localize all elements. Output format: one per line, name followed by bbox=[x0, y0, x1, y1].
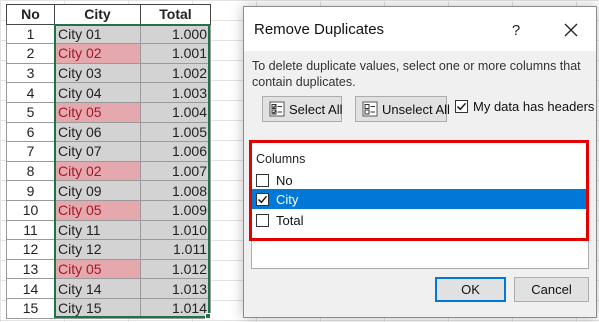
ok-button[interactable]: OK bbox=[435, 277, 506, 302]
cell-city[interactable]: City 09 bbox=[54, 180, 141, 201]
column-checkbox-no[interactable] bbox=[256, 173, 269, 187]
cell-total[interactable]: 1.012 bbox=[140, 258, 211, 280]
column-option-label: City bbox=[276, 191, 299, 207]
cell-city-duplicate[interactable]: City 02 bbox=[54, 160, 141, 182]
table-row: 4 City 04 1.003 bbox=[6, 82, 211, 103]
columns-heading: Columns bbox=[256, 152, 306, 166]
select-all-button[interactable]: Select All bbox=[262, 96, 342, 122]
cell-no[interactable]: 6 bbox=[6, 121, 55, 143]
unselect-all-button[interactable]: Unselect All bbox=[355, 96, 450, 122]
cell-no[interactable]: 4 bbox=[6, 82, 55, 103]
cell-city-duplicate[interactable]: City 05 bbox=[54, 101, 141, 123]
unselect-all-icon bbox=[362, 101, 378, 117]
column-checkbox-total[interactable] bbox=[256, 213, 269, 227]
select-all-icon bbox=[269, 101, 285, 117]
cell-no[interactable]: 10 bbox=[6, 199, 55, 221]
column-checkbox-city[interactable] bbox=[256, 192, 269, 206]
table-row: 7 City 07 1.006 bbox=[6, 141, 211, 162]
column-option-no[interactable]: No bbox=[252, 170, 588, 190]
cell-no[interactable]: 15 bbox=[6, 297, 55, 319]
column-option-label: Total bbox=[276, 212, 304, 228]
header-row: No City Total bbox=[6, 4, 211, 25]
cell-total[interactable]: 1.003 bbox=[140, 82, 211, 103]
cell-city[interactable]: City 15 bbox=[54, 297, 141, 319]
table-row: 5 City 05 1.004 bbox=[6, 101, 211, 123]
table-row: 6 City 06 1.005 bbox=[6, 121, 211, 143]
cell-city[interactable]: City 11 bbox=[54, 219, 141, 241]
my-data-has-headers-option[interactable]: My data has headers bbox=[455, 99, 594, 114]
cell-no[interactable]: 13 bbox=[6, 258, 55, 280]
cell-city-duplicate[interactable]: City 05 bbox=[54, 199, 141, 221]
column-option-city[interactable]: City bbox=[252, 189, 588, 209]
help-button[interactable]: ? bbox=[503, 19, 529, 43]
close-icon bbox=[564, 23, 578, 37]
table-row: 9 City 09 1.008 bbox=[6, 180, 211, 201]
table-row: 3 City 03 1.002 bbox=[6, 62, 211, 84]
cell-no[interactable]: 3 bbox=[6, 62, 55, 84]
table-row: 11 City 11 1.010 bbox=[6, 219, 211, 241]
table-row: 13 City 05 1.012 bbox=[6, 258, 211, 280]
column-option-label: No bbox=[276, 172, 293, 188]
cell-total[interactable]: 1.005 bbox=[140, 121, 211, 143]
dialog-title: Remove Duplicates bbox=[254, 21, 385, 38]
cell-no[interactable]: 5 bbox=[6, 101, 55, 123]
cell-total[interactable]: 1.011 bbox=[140, 239, 211, 260]
cell-no[interactable]: 7 bbox=[6, 141, 55, 162]
close-button[interactable] bbox=[556, 17, 586, 45]
checkmark-icon bbox=[457, 102, 467, 111]
cell-total[interactable]: 1.007 bbox=[140, 160, 211, 182]
fill-handle[interactable] bbox=[205, 313, 211, 319]
cell-total[interactable]: 1.014 bbox=[140, 297, 211, 319]
cell-total[interactable]: 1.001 bbox=[140, 43, 211, 64]
checkmark-icon bbox=[258, 195, 268, 203]
select-all-label: Select All bbox=[289, 101, 343, 117]
cell-no[interactable]: 8 bbox=[6, 160, 55, 182]
table-row: 8 City 02 1.007 bbox=[6, 160, 211, 182]
cell-total[interactable]: 1.010 bbox=[140, 219, 211, 241]
cell-total[interactable]: 1.006 bbox=[140, 141, 211, 162]
cell-no[interactable]: 14 bbox=[6, 278, 55, 299]
cell-city[interactable]: City 14 bbox=[54, 278, 141, 299]
cancel-button[interactable]: Cancel bbox=[514, 277, 589, 302]
cell-city[interactable]: City 03 bbox=[54, 62, 141, 84]
table-row: 10 City 05 1.009 bbox=[6, 199, 211, 221]
column-header-no[interactable]: No bbox=[6, 4, 55, 25]
data-table[interactable]: No City Total 1 City 01 1.000 2 City 02 1.001… bbox=[6, 4, 211, 319]
remove-duplicates-dialog: Remove Duplicates ? To delete duplicate … bbox=[243, 6, 597, 318]
headers-checkbox-label: My data has headers bbox=[473, 99, 595, 114]
column-option-total[interactable]: Total bbox=[252, 210, 588, 230]
column-header-city[interactable]: City bbox=[54, 4, 141, 25]
cell-city[interactable]: City 04 bbox=[54, 82, 141, 103]
table-row: 1 City 01 1.000 bbox=[6, 23, 211, 45]
cell-city[interactable]: City 06 bbox=[54, 121, 141, 143]
table-row: 12 City 12 1.011 bbox=[6, 239, 211, 260]
unselect-all-label: Unselect All bbox=[382, 101, 450, 117]
cell-city-duplicate[interactable]: City 02 bbox=[54, 43, 141, 64]
columns-list[interactable]: Columns No City Total bbox=[251, 141, 589, 269]
table-row: 15 City 15 1.014 bbox=[6, 297, 211, 319]
headers-checkbox[interactable] bbox=[455, 100, 468, 113]
cell-total[interactable]: 1.004 bbox=[140, 101, 211, 123]
cell-no[interactable]: 1 bbox=[6, 23, 55, 45]
cell-city[interactable]: City 12 bbox=[54, 239, 141, 260]
table-row: 14 City 14 1.013 bbox=[6, 278, 211, 299]
cell-total[interactable]: 1.002 bbox=[140, 62, 211, 84]
cell-no[interactable]: 12 bbox=[6, 239, 55, 260]
table-body: 1 City 01 1.000 2 City 02 1.001 3 City 03 1.002 4… bbox=[6, 23, 211, 319]
cell-city[interactable]: City 01 bbox=[54, 23, 141, 45]
table-row: 2 City 02 1.001 bbox=[6, 43, 211, 64]
column-header-total[interactable]: Total bbox=[140, 4, 211, 25]
cell-total[interactable]: 1.013 bbox=[140, 278, 211, 299]
cell-no[interactable]: 11 bbox=[6, 219, 55, 241]
cell-total[interactable]: 1.000 bbox=[140, 23, 211, 45]
cell-no[interactable]: 9 bbox=[6, 180, 55, 201]
cell-total[interactable]: 1.009 bbox=[140, 199, 211, 221]
cell-city[interactable]: City 07 bbox=[54, 141, 141, 162]
cell-no[interactable]: 2 bbox=[6, 43, 55, 64]
cell-total[interactable]: 1.008 bbox=[140, 180, 211, 201]
dialog-instructions: To delete duplicate values, select one o… bbox=[252, 59, 581, 89]
dialog-titlebar[interactable]: Remove Duplicates ? bbox=[244, 7, 596, 51]
cell-city-duplicate[interactable]: City 05 bbox=[54, 258, 141, 280]
